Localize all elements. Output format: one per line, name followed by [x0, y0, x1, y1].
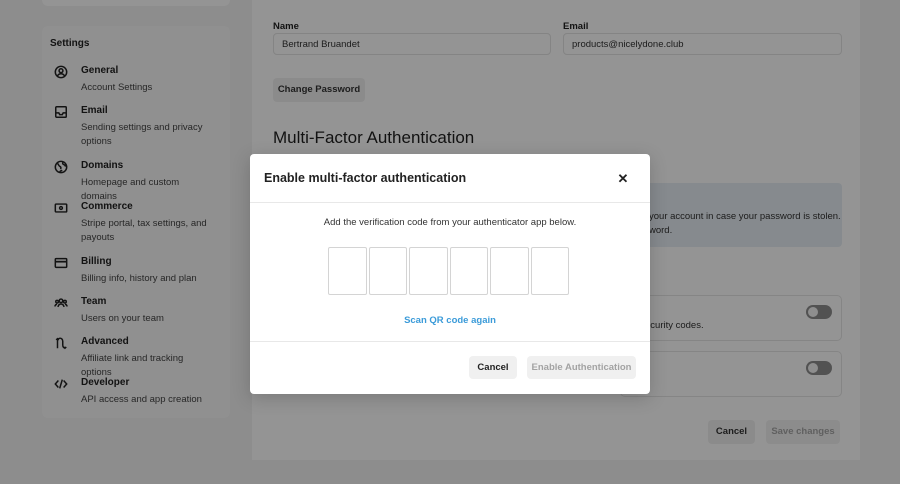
code-digit-input[interactable]	[328, 247, 367, 295]
code-digit-input[interactable]	[409, 247, 448, 295]
scan-qr-code-link[interactable]: Scan QR code again	[250, 315, 650, 326]
code-digit-input[interactable]	[490, 247, 529, 295]
modal-instruction: Add the verification code from your auth…	[323, 217, 577, 228]
modal-footer-divider	[250, 341, 650, 342]
code-digit-input[interactable]	[449, 247, 488, 295]
enable-authentication-button[interactable]: Enable Authentication	[527, 356, 636, 379]
modal-title: Enable multi-factor authentication	[264, 171, 467, 185]
modal-header-divider	[250, 202, 650, 203]
code-digit-input[interactable]	[368, 247, 407, 295]
verification-code-inputs	[328, 247, 569, 295]
modal-cancel-button[interactable]: Cancel	[469, 356, 517, 379]
code-digit-input[interactable]	[530, 247, 569, 295]
close-icon[interactable]: ✕	[615, 171, 631, 187]
mfa-modal: Enable multi-factor authentication ✕ Add…	[250, 154, 650, 394]
